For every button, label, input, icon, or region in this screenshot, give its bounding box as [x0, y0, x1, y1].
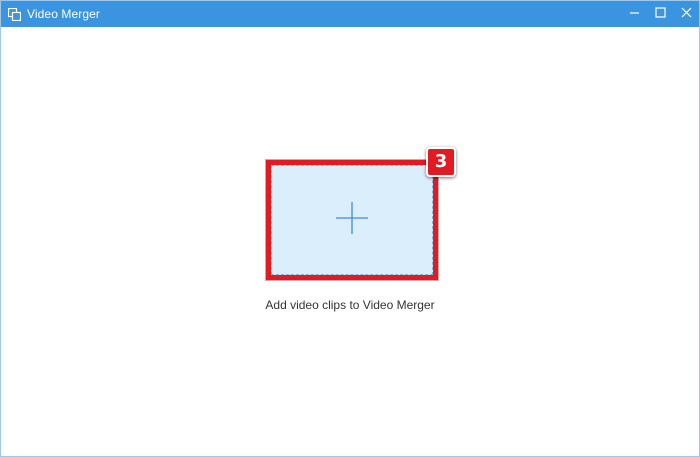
- step-number-badge: 3: [426, 147, 456, 177]
- add-clips-caption: Add video clips to Video Merger: [265, 298, 435, 312]
- title-bar[interactable]: Video Merger: [1, 1, 699, 27]
- window-controls: [621, 1, 699, 27]
- maximize-button[interactable]: [647, 1, 673, 27]
- minimize-icon: [629, 5, 640, 23]
- close-button[interactable]: [673, 1, 699, 27]
- window-title: Video Merger: [27, 7, 101, 21]
- video-merger-icon: [8, 7, 21, 21]
- add-video-clips-button[interactable]: [271, 165, 433, 275]
- minimize-button[interactable]: [621, 1, 647, 27]
- close-icon: [681, 5, 692, 23]
- maximize-icon: [654, 5, 666, 23]
- app-window: Video Merger 3 Add video clips to Video …: [0, 0, 700, 457]
- plus-icon: [335, 201, 369, 240]
